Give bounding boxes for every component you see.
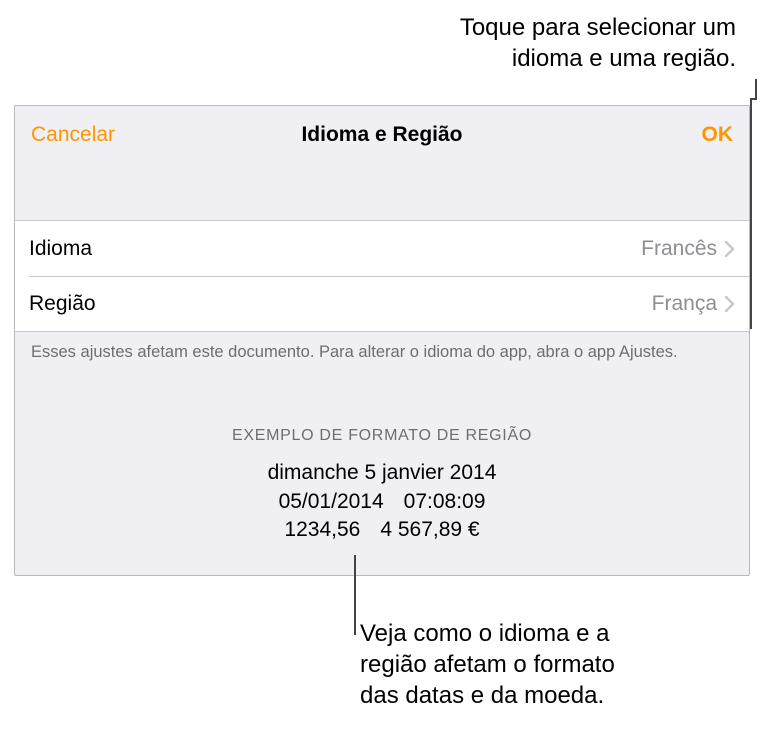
row-region-value: França — [652, 292, 717, 316]
nav-bar: Cancelar Idioma e Região OK — [15, 106, 749, 164]
callout-top-line2: idioma e uma região. — [460, 43, 736, 74]
chevron-right-icon — [725, 241, 735, 257]
example-time: 07:08:09 — [404, 488, 486, 516]
cancel-button[interactable]: Cancelar — [31, 123, 115, 147]
example-number: 1234,56 — [284, 516, 360, 544]
row-language[interactable]: Idioma Francês — [15, 221, 749, 276]
footer-note: Esses ajustes afetam este documento. Par… — [15, 332, 749, 363]
panel-title: Idioma e Região — [15, 123, 749, 147]
region-format-example: EXEMPLO DE FORMATO DE REGIÃO dimanche 5 … — [15, 427, 749, 544]
row-region-label: Região — [29, 292, 652, 316]
example-numbers-line: 1234,56 4 567,89 € — [15, 516, 749, 544]
ok-button[interactable]: OK — [702, 123, 734, 147]
example-header: EXEMPLO DE FORMATO DE REGIÃO — [15, 427, 749, 445]
callout-top-line1: Toque para selecionar um — [460, 12, 736, 43]
row-language-value: Francês — [641, 237, 717, 261]
example-currency: 4 567,89 € — [380, 516, 479, 544]
language-region-panel: Cancelar Idioma e Região OK Idioma Franc… — [14, 105, 750, 576]
callout-connector — [354, 555, 356, 635]
row-region[interactable]: Região França — [29, 276, 749, 331]
example-short-date: 05/01/2014 — [279, 488, 384, 516]
example-long-date: dimanche 5 janvier 2014 — [15, 459, 749, 487]
callout-bottom-line1: Veja como o idioma e a — [360, 618, 700, 649]
example-datetime-line: 05/01/2014 07:08:09 — [15, 488, 749, 516]
chevron-right-icon — [725, 296, 735, 312]
callout-bottom-line3: das datas e da moeda. — [360, 680, 700, 711]
row-language-label: Idioma — [29, 237, 641, 261]
callout-connector — [750, 98, 752, 329]
callout-bottom: Veja como o idioma e a região afetam o f… — [360, 618, 700, 712]
callout-connector — [755, 79, 757, 98]
settings-rows: Idioma Francês Região França — [15, 220, 749, 332]
callout-bottom-line2: região afetam o formato — [360, 649, 700, 680]
callout-top: Toque para selecionar um idioma e uma re… — [460, 12, 736, 74]
